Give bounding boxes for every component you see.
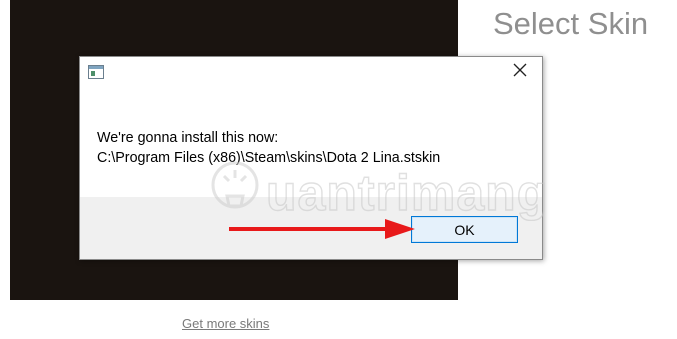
window-app-icon [88, 65, 104, 79]
ok-button[interactable]: OK [411, 216, 518, 243]
dialog-message-path: C:\Program Files (x86)\Steam\skins\Dota … [97, 150, 441, 166]
dialog-message-line-1: We're gonna install this now: [97, 130, 279, 146]
close-icon [513, 63, 527, 82]
page-title: Select Skin [493, 6, 649, 41]
red-arrow-annotation [229, 219, 415, 239]
get-more-skins-link[interactable]: Get more skins [182, 316, 269, 331]
dialog-message: We're gonna install this now: C:\Program… [97, 128, 440, 168]
dialog-close-button[interactable] [498, 57, 542, 87]
